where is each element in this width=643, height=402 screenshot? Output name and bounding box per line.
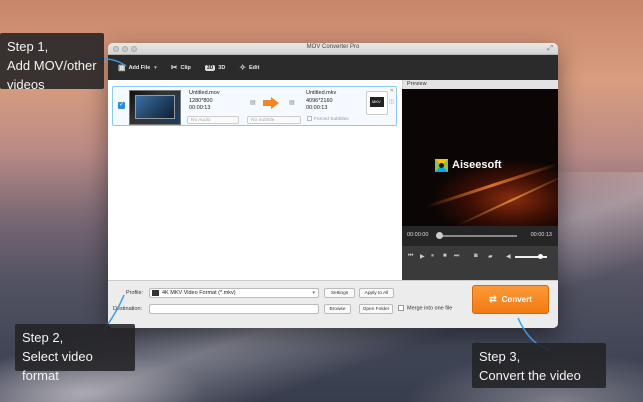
snapshot-icon[interactable]: ◙ [474, 253, 478, 259]
aiseesoft-logo-text: Aiseesoft [452, 159, 502, 171]
callout-step-2-line-1: Step 2, [22, 330, 64, 345]
target-info-icon[interactable]: ▤ [289, 99, 295, 106]
source-duration: 00:00:13 [189, 105, 211, 111]
file-list: ✓ Untitled.mov 1280*800 00:00:13 ▤ ▤ Unt… [108, 80, 402, 280]
video-thumbnail [129, 90, 181, 125]
seek-knob[interactable] [436, 232, 443, 239]
convert-label: Convert [501, 295, 532, 304]
edit-button[interactable]: ✧ Edit [239, 63, 259, 72]
three-d-icon: 3D [204, 64, 216, 71]
title-bar: MOV Converter Pro ⤢ [108, 43, 558, 55]
subtitle-select[interactable]: No Subtitle [247, 116, 301, 124]
window-title: MOV Converter Pro [306, 44, 360, 50]
apply-to-all-button[interactable]: Apply to All [359, 288, 394, 298]
callout-step-3: Step 3, Convert the video [472, 343, 606, 388]
source-info-icon[interactable]: ▤ [250, 99, 256, 106]
playback-controls: ⏮ ▶ ⏸ ■ ⏭ ◙ ▰ ◀ [402, 246, 558, 280]
profile-value: 4K MKV Video Format (*.mkv) [162, 290, 236, 296]
callout-step-3-line-2: Convert the video [479, 368, 581, 383]
callout-step-1-line-3: videos [7, 77, 45, 92]
destination-input[interactable] [149, 304, 319, 314]
target-info: Untitled.mkv 4096*2160 00:00:13 [306, 90, 336, 113]
callout-step-2: Step 2, Select video format [15, 324, 135, 383]
add-file-label: Add File [128, 64, 151, 71]
open-folder-button[interactable]: Open Folder [359, 304, 393, 314]
main-content: ✓ Untitled.mov 1280*800 00:00:13 ▤ ▤ Unt… [108, 80, 558, 328]
source-filename: Untitled.mov [189, 90, 220, 96]
three-d-label: 3D [218, 64, 226, 71]
forced-subtitles-label: Forced Subtitles [314, 117, 349, 122]
current-time: 00:00:00 [407, 232, 429, 238]
remove-file-icon[interactable]: ✕ [390, 88, 394, 94]
sparkle-icon: ✧ [239, 63, 247, 72]
destination-label: Destination: [113, 306, 143, 312]
forced-subtitles-checkbox[interactable]: Forced Subtitles [307, 116, 349, 124]
info-icon[interactable]: ◫ [389, 99, 394, 105]
total-time: 00:00:13 [530, 232, 552, 238]
browse-button[interactable]: Browse [324, 304, 351, 314]
toolbar: ▣ Add File ▾ ✂ Clip 3D 3D ✧ Edit [108, 55, 558, 80]
subtitle-select-value: No Subtitle [251, 118, 275, 123]
aiseesoft-logo-icon [435, 159, 448, 172]
profile-label: Profile: [126, 290, 144, 296]
time-bar: 00:00:00 00:00:13 [402, 226, 558, 246]
audio-select-value: No Audio [191, 118, 211, 123]
play-icon[interactable]: ▶ [420, 253, 425, 260]
convert-icon: ⇄ [489, 294, 497, 304]
target-duration: 00:00:13 [306, 105, 328, 111]
chevron-down-icon[interactable]: ▾ [154, 65, 157, 71]
preview-video: Aiseesoft [402, 89, 558, 227]
merge-checkbox[interactable]: Merge into one file [398, 305, 452, 311]
app-window: MOV Converter Pro ⤢ ▣ Add File ▾ ✂ Clip … [108, 43, 558, 328]
preview-label: Preview [402, 80, 558, 89]
output-format-icon[interactable]: MKV [366, 91, 388, 115]
clip-button[interactable]: ✂ Clip [171, 63, 191, 72]
callout-step-2-line-2: Select video format [22, 349, 93, 383]
target-resolution: 4096*2160 [306, 97, 333, 104]
video-format-icon [152, 290, 159, 296]
add-file-icon: ▣ [118, 63, 126, 72]
target-filename: Untitled.mkv [306, 90, 337, 96]
convert-button[interactable]: ⇄ Convert [472, 285, 549, 314]
audio-select[interactable]: No Audio [187, 116, 239, 124]
settings-button[interactable]: Settings [324, 288, 355, 298]
fullscreen-icon[interactable]: ⤢ [547, 45, 553, 53]
merge-label: Merge into one file [407, 305, 453, 312]
add-file-button[interactable]: ▣ Add File ▾ [118, 63, 157, 72]
source-info: Untitled.mov 1280*800 00:00:13 [189, 90, 220, 113]
chevron-down-icon: ▾ [312, 290, 315, 296]
merge-box [398, 305, 404, 311]
file-checkbox[interactable]: ✓ [118, 102, 125, 109]
file-row[interactable]: ✓ Untitled.mov 1280*800 00:00:13 ▤ ▤ Unt… [112, 86, 397, 126]
pause-icon[interactable]: ⏸ [431, 253, 434, 260]
volume-icon[interactable]: ◀ [506, 253, 511, 260]
folder-icon[interactable]: ▰ [488, 253, 493, 260]
skip-back-icon[interactable]: ⏮ [408, 253, 413, 260]
convert-arrow-icon [263, 97, 279, 109]
three-d-button[interactable]: 3D 3D [204, 64, 226, 71]
clip-label: Clip [180, 64, 191, 71]
callout-step-1-line-2: Add MOV/other [7, 58, 97, 73]
callout-step-1: Step 1, Add MOV/other videos [0, 33, 104, 92]
preview-panel: Preview Aiseesoft 00:00:00 00:00:13 ⏮ ▶ … [402, 80, 558, 280]
skip-forward-icon[interactable]: ⏭ [454, 253, 459, 260]
source-resolution: 1280*800 [189, 97, 213, 104]
output-settings: Profile: 4K MKV Video Format (*.mkv) ▾ S… [108, 280, 558, 328]
edit-label: Edit [249, 64, 260, 71]
callout-step-1-line-1: Step 1, [7, 39, 49, 54]
forced-subtitles-box [307, 116, 312, 122]
seek-track[interactable] [437, 235, 517, 237]
profile-select[interactable]: 4K MKV Video Format (*.mkv) ▾ [149, 288, 319, 298]
callout-step-3-line-1: Step 3, [479, 349, 521, 364]
scissors-icon: ✂ [170, 63, 178, 72]
stop-icon[interactable]: ■ [443, 253, 447, 259]
volume-knob[interactable] [538, 254, 543, 259]
